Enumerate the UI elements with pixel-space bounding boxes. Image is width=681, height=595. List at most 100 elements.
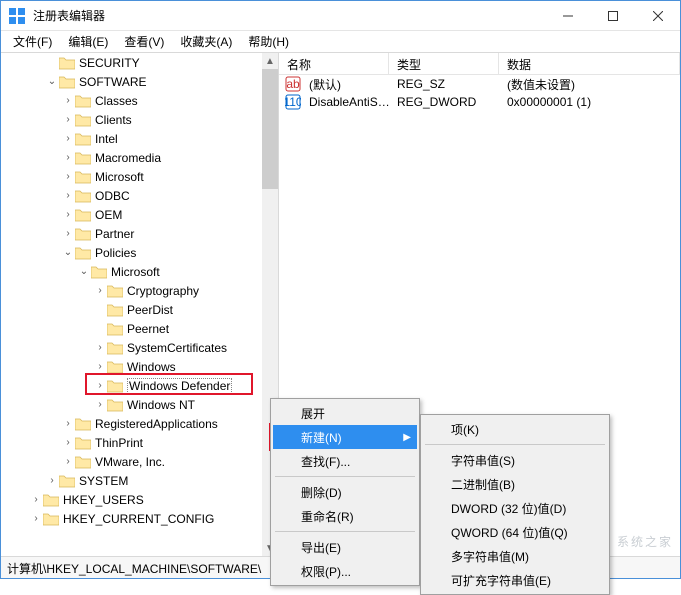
tree-label: Classes	[95, 94, 138, 108]
chevron-right-icon[interactable]: ›	[61, 456, 75, 467]
tree-label: HKEY_USERS	[63, 493, 144, 507]
folder-icon	[43, 493, 59, 507]
chevron-right-icon[interactable]: ›	[45, 475, 59, 486]
ctx-item-0[interactable]: 展开	[273, 401, 417, 425]
menu-3[interactable]: 收藏夹(A)	[172, 31, 240, 52]
chevron-right-icon[interactable]: ›	[61, 152, 75, 163]
tree-item-windows[interactable]: › Windows	[1, 357, 262, 376]
chevron-right-icon[interactable]: ›	[61, 171, 75, 182]
tree-item-systemcertificates[interactable]: › SystemCertificates	[1, 338, 262, 357]
chevron-right-icon[interactable]: ›	[93, 399, 107, 410]
tree-item-odbc[interactable]: ›ODBC	[1, 186, 262, 205]
tree-item-microsoft[interactable]: › Microsoft	[1, 167, 262, 186]
chevron-right-icon[interactable]: ›	[61, 228, 75, 239]
tree-item-partner[interactable]: ›Partner	[1, 224, 262, 243]
subctx-item-2[interactable]: 二进制值(B)	[423, 472, 607, 496]
chevron-right-icon[interactable]: ›	[29, 513, 43, 524]
tree-label: Windows NT	[127, 398, 195, 412]
tree-label: SystemCertificates	[127, 341, 227, 355]
folder-icon	[75, 227, 91, 241]
minimize-button[interactable]	[545, 1, 590, 31]
folder-icon	[107, 398, 123, 412]
tree-item-classes[interactable]: › Classes	[1, 91, 262, 110]
tree-item-thinprint[interactable]: ›ThinPrint	[1, 433, 262, 452]
chevron-right-icon[interactable]: ›	[93, 285, 107, 296]
ctx-item-4[interactable]: 重命名(R)	[273, 504, 417, 528]
tree-item-windows-defender[interactable]: ›Windows Defender	[1, 376, 262, 395]
folder-icon	[75, 151, 91, 165]
tree-label: Clients	[95, 113, 132, 127]
tree-item-software[interactable]: ⌄SOFTWARE	[1, 72, 262, 91]
tree-item-vmware,-inc.[interactable]: ›VMware, Inc.	[1, 452, 262, 471]
ctx-item-1[interactable]: 新建(N)▶	[273, 425, 417, 449]
folder-icon	[75, 94, 91, 108]
tree-item-hkey_users[interactable]: › HKEY_USERS	[1, 490, 262, 509]
tree-item-system[interactable]: ›SYSTEM	[1, 471, 262, 490]
chevron-down-icon[interactable]: ⌄	[45, 76, 59, 87]
chevron-right-icon[interactable]: ›	[93, 361, 107, 372]
subctx-item-4[interactable]: QWORD (64 位)值(Q)	[423, 520, 607, 544]
chevron-right-icon[interactable]: ›	[93, 342, 107, 353]
chevron-down-icon[interactable]: ⌄	[61, 247, 75, 258]
tree-label: Windows	[127, 360, 176, 374]
chevron-right-icon[interactable]: ›	[61, 437, 75, 448]
col-data[interactable]: 数据	[499, 53, 680, 74]
chevron-right-icon[interactable]: ›	[93, 380, 107, 391]
subctx-item-6[interactable]: 可扩充字符串值(E)	[423, 568, 607, 592]
chevron-right-icon[interactable]: ›	[61, 114, 75, 125]
col-type[interactable]: 类型	[389, 53, 499, 74]
value-data: (数值未设置)	[505, 76, 680, 93]
registry-tree[interactable]: ›SECURITY⌄SOFTWARE › Classes › Clients ›Intel…	[1, 53, 262, 528]
tree-item-peerdist[interactable]: ›PeerDist	[1, 300, 262, 319]
chevron-right-icon[interactable]: ›	[61, 190, 75, 201]
maximize-button[interactable]	[590, 1, 635, 31]
subctx-item-0[interactable]: 项(K)	[423, 417, 607, 441]
menu-4[interactable]: 帮助(H)	[240, 31, 297, 52]
value-row[interactable]: 110DisableAntiSp...REG_DWORD0x00000001 (…	[279, 93, 680, 111]
chevron-right-icon[interactable]: ›	[61, 95, 75, 106]
binary-value-icon: 110	[285, 94, 301, 110]
tree-item-peernet[interactable]: ›Peernet	[1, 319, 262, 338]
subctx-item-5[interactable]: 多字符串值(M)	[423, 544, 607, 568]
tree-item-microsoft[interactable]: ⌄Microsoft	[1, 262, 262, 281]
menu-1[interactable]: 编辑(E)	[60, 31, 116, 52]
tree-item-oem[interactable]: ›OEM	[1, 205, 262, 224]
value-type: REG_SZ	[395, 77, 505, 91]
folder-icon	[75, 417, 91, 431]
tree-label: Microsoft	[95, 170, 144, 184]
tree-label: Macromedia	[95, 151, 161, 165]
col-name[interactable]: 名称	[279, 53, 389, 74]
chevron-right-icon[interactable]: ›	[61, 209, 75, 220]
menu-2[interactable]: 查看(V)	[116, 31, 172, 52]
context-submenu[interactable]: 项(K) 字符串值(S)二进制值(B)DWORD (32 位)值(D)QWORD …	[420, 414, 610, 595]
value-type: REG_DWORD	[395, 95, 505, 109]
tree-item-macromedia[interactable]: › Macromedia	[1, 148, 262, 167]
ctx-item-6[interactable]: 权限(P)...	[273, 559, 417, 583]
string-value-icon: ab	[285, 76, 301, 92]
tree-item-policies[interactable]: ⌄Policies	[1, 243, 262, 262]
context-menu[interactable]: 展开新建(N)▶查找(F)... 删除(D)重命名(R) 导出(E)权限(P)...	[270, 398, 420, 586]
chevron-right-icon[interactable]: ›	[61, 133, 75, 144]
tree-item-cryptography[interactable]: ›Cryptography	[1, 281, 262, 300]
close-button[interactable]	[635, 1, 680, 31]
ctx-item-2[interactable]: 查找(F)...	[273, 449, 417, 473]
tree-item-intel[interactable]: ›Intel	[1, 129, 262, 148]
chevron-right-icon[interactable]: ›	[61, 418, 75, 429]
tree-item-security[interactable]: ›SECURITY	[1, 53, 262, 72]
ctx-item-3[interactable]: 删除(D)	[273, 480, 417, 504]
subctx-item-3[interactable]: DWORD (32 位)值(D)	[423, 496, 607, 520]
subctx-item-1[interactable]: 字符串值(S)	[423, 448, 607, 472]
menu-0[interactable]: 文件(F)	[5, 31, 60, 52]
scroll-thumb[interactable]	[262, 69, 278, 189]
ctx-item-5[interactable]: 导出(E)	[273, 535, 417, 559]
tree-item-clients[interactable]: › Clients	[1, 110, 262, 129]
tree-item-hkey_current_config[interactable]: ›HKEY_CURRENT_CONFIG	[1, 509, 262, 528]
scroll-up-icon[interactable]: ▲	[262, 53, 278, 69]
value-row[interactable]: ab(默认)REG_SZ(数值未设置)	[279, 75, 680, 93]
tree-item-registeredapplications[interactable]: ›RegisteredApplications	[1, 414, 262, 433]
submenu-arrow-icon: ▶	[403, 432, 411, 443]
chevron-down-icon[interactable]: ⌄	[77, 266, 91, 277]
chevron-right-icon[interactable]: ›	[29, 494, 43, 505]
folder-icon	[75, 436, 91, 450]
tree-item-windows-nt[interactable]: › Windows NT	[1, 395, 262, 414]
